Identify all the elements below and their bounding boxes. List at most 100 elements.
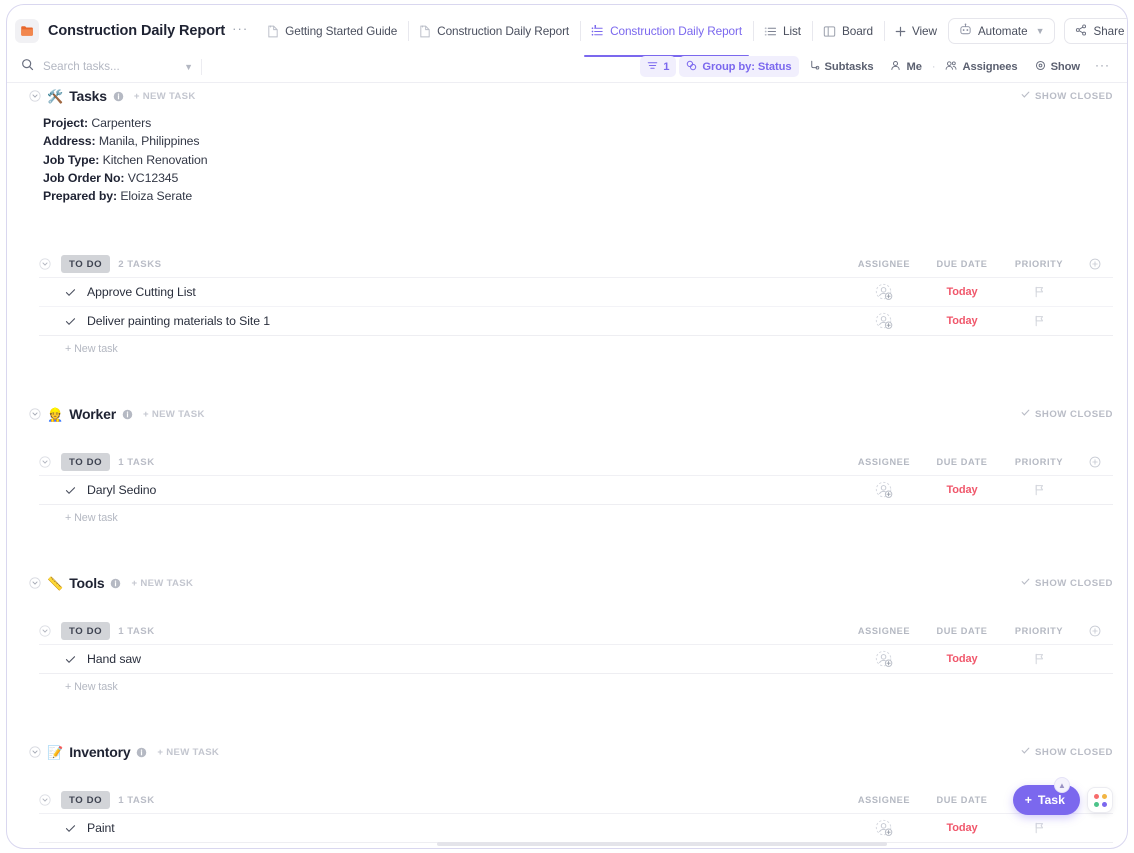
show-closed-button[interactable]: SHOW CLOSED	[1021, 577, 1113, 589]
add-new-task-row[interactable]: + New task	[39, 505, 1113, 524]
add-new-task-row[interactable]: + New task	[39, 336, 1113, 355]
show-button[interactable]: Show	[1028, 56, 1087, 77]
column-header-assignee[interactable]: ASSIGNEE	[845, 457, 923, 467]
column-header-due-date[interactable]: DUE DATE	[923, 259, 1001, 269]
column-header-due-date[interactable]: DUE DATE	[923, 795, 1001, 805]
tab-list[interactable]: List	[753, 14, 812, 48]
add-column-button[interactable]	[1077, 625, 1113, 637]
share-button[interactable]: Share	[1064, 18, 1127, 44]
status-badge[interactable]: TO DO	[61, 791, 111, 810]
task-name[interactable]: Hand saw	[87, 652, 845, 666]
priority-flag-icon[interactable]	[1001, 315, 1077, 327]
add-column-button[interactable]	[1077, 456, 1113, 468]
table-row[interactable]: Daryl Sedino Today	[39, 476, 1113, 506]
task-name[interactable]: Deliver painting materials to Site 1	[87, 314, 845, 328]
tab-getting-started-guide[interactable]: Getting Started Guide	[256, 14, 408, 48]
chevron-collapse-icon[interactable]	[39, 625, 51, 638]
chevron-collapse-icon[interactable]	[39, 258, 51, 271]
search-input[interactable]	[41, 59, 159, 74]
due-date[interactable]: Today	[923, 286, 1001, 298]
table-row[interactable]: Paint Today	[39, 814, 1113, 844]
title-more-button[interactable]: ···	[232, 22, 248, 39]
task-complete-checkbox[interactable]	[65, 654, 76, 665]
column-header-priority[interactable]: PRIORITY	[1001, 259, 1077, 269]
list-body[interactable]: 🛠️ Tasks + NEW TASK SHOW CLOSED Project:…	[7, 83, 1127, 847]
search-chevron-down-icon[interactable]: ▼	[184, 62, 193, 72]
status-group-header[interactable]: TO DO 2 TASKS ASSIGNEE DUE DATE PRIORITY	[39, 251, 1113, 277]
priority-flag-icon[interactable]	[1001, 653, 1077, 665]
section-header[interactable]: 📏 Tools + NEW TASK SHOW CLOSED	[7, 570, 1127, 596]
new-task-link[interactable]: + NEW TASK	[134, 91, 196, 102]
column-header-assignee[interactable]: ASSIGNEE	[845, 795, 923, 805]
due-date[interactable]: Today	[923, 484, 1001, 496]
due-date[interactable]: Today	[923, 822, 1001, 834]
apps-grid-button[interactable]	[1087, 787, 1113, 813]
chevron-down-icon[interactable]: ▼	[1036, 26, 1045, 36]
task-complete-checkbox[interactable]	[65, 316, 76, 327]
priority-flag-icon[interactable]	[1001, 822, 1077, 834]
section-header[interactable]: 👷 Worker + NEW TASK SHOW CLOSED	[7, 401, 1127, 427]
status-badge[interactable]: TO DO	[61, 622, 111, 641]
folder-icon[interactable]	[15, 19, 39, 43]
toolbar-more-button[interactable]: ···	[1090, 58, 1115, 76]
chevron-collapse-icon[interactable]	[39, 456, 51, 469]
task-complete-checkbox[interactable]	[65, 287, 76, 298]
table-row[interactable]: Hand saw Today	[39, 645, 1113, 675]
table-row[interactable]: Deliver painting materials to Site 1 Tod…	[39, 307, 1113, 337]
column-header-assignee[interactable]: ASSIGNEE	[845, 259, 923, 269]
task-name[interactable]: Paint	[87, 821, 845, 835]
show-closed-button[interactable]: SHOW CLOSED	[1021, 746, 1113, 758]
tab-add-view[interactable]: View	[883, 14, 948, 48]
add-new-task-row[interactable]: + New task	[39, 674, 1113, 693]
show-closed-button[interactable]: SHOW CLOSED	[1021, 90, 1113, 102]
info-icon[interactable]	[122, 409, 133, 420]
status-group-header[interactable]: TO DO 1 TASK ASSIGNEE DUE DATE PRIORITY	[39, 787, 1113, 813]
assignee-avatar-placeholder[interactable]	[845, 650, 923, 669]
section-header[interactable]: 📝 Inventory + NEW TASK SHOW CLOSED	[7, 739, 1127, 765]
new-task-fab[interactable]: + Task ▲	[1012, 777, 1080, 815]
subtasks-button[interactable]: Subtasks	[802, 56, 881, 77]
info-icon[interactable]	[113, 91, 124, 102]
assignee-avatar-placeholder[interactable]	[845, 481, 923, 500]
info-icon[interactable]	[136, 747, 147, 758]
tab-construction-daily-report-list[interactable]: Construction Daily Report	[580, 14, 753, 57]
search-box[interactable]: ▼	[21, 54, 193, 80]
chevron-collapse-icon[interactable]	[29, 90, 41, 102]
chevron-collapse-icon[interactable]	[29, 577, 41, 590]
show-closed-button[interactable]: SHOW CLOSED	[1021, 408, 1113, 420]
add-column-button[interactable]	[1077, 258, 1113, 270]
fab-expand-icon[interactable]: ▲	[1054, 777, 1070, 793]
automate-button[interactable]: Automate ▼	[947, 18, 1056, 44]
column-header-due-date[interactable]: DUE DATE	[923, 457, 1001, 467]
chevron-collapse-icon[interactable]	[29, 408, 41, 421]
column-header-assignee[interactable]: ASSIGNEE	[845, 626, 923, 636]
new-task-link[interactable]: + NEW TASK	[131, 578, 193, 589]
due-date[interactable]: Today	[923, 653, 1001, 665]
task-complete-checkbox[interactable]	[65, 823, 76, 834]
tab-board[interactable]: Board	[811, 14, 884, 48]
assignee-avatar-placeholder[interactable]	[845, 283, 923, 302]
filter-button[interactable]: 1	[640, 56, 677, 77]
assignees-button[interactable]: Assignees	[938, 56, 1024, 77]
tab-construction-daily-report-doc[interactable]: Construction Daily Report	[408, 14, 580, 48]
assignee-avatar-placeholder[interactable]	[845, 819, 923, 838]
task-name[interactable]: Approve Cutting List	[87, 285, 845, 299]
column-header-due-date[interactable]: DUE DATE	[923, 626, 1001, 636]
table-row[interactable]: Approve Cutting List Today	[39, 278, 1113, 308]
group-by-button[interactable]: Group by: Status	[679, 56, 799, 77]
new-task-link[interactable]: + NEW TASK	[143, 409, 205, 420]
status-badge[interactable]: TO DO	[61, 453, 111, 472]
column-header-priority[interactable]: PRIORITY	[1001, 457, 1077, 467]
chevron-collapse-icon[interactable]	[29, 746, 41, 759]
info-icon[interactable]	[110, 578, 121, 589]
status-group-header[interactable]: TO DO 1 TASK ASSIGNEE DUE DATE PRIORITY	[39, 618, 1113, 644]
column-header-priority[interactable]: PRIORITY	[1001, 626, 1077, 636]
chevron-collapse-icon[interactable]	[39, 794, 51, 807]
due-date[interactable]: Today	[923, 315, 1001, 327]
horizontal-scrollbar[interactable]	[7, 842, 1127, 847]
new-task-link[interactable]: + NEW TASK	[157, 747, 219, 758]
status-group-header[interactable]: TO DO 1 TASK ASSIGNEE DUE DATE PRIORITY	[39, 449, 1113, 475]
task-name[interactable]: Daryl Sedino	[87, 483, 845, 497]
priority-flag-icon[interactable]	[1001, 484, 1077, 496]
me-filter-button[interactable]: Me	[883, 56, 928, 77]
